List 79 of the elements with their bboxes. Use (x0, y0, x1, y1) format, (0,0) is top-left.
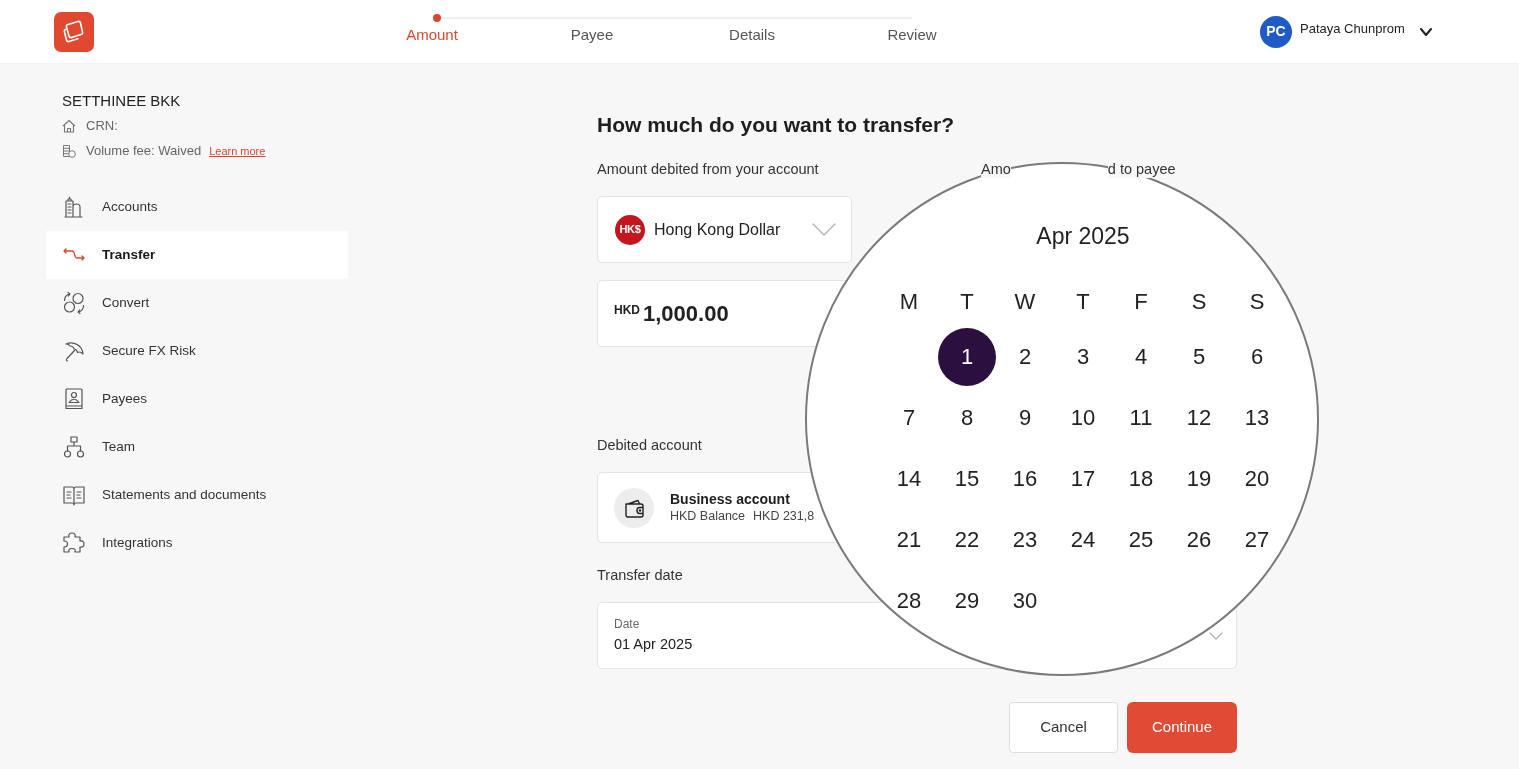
calendar-day[interactable]: 2 (1018, 343, 1032, 370)
page-heading: How much do you want to transfer? (597, 112, 955, 138)
nav-item[interactable]: Payees (46, 375, 348, 423)
calendar-day[interactable]: 1 (938, 327, 996, 386)
calendar-month-title: Apr 2025 (1036, 222, 1130, 251)
currency-badge: HK$ (615, 214, 645, 245)
nav-item[interactable]: Convert (46, 279, 348, 327)
nav-item[interactable]: Transfer (46, 231, 348, 279)
calendar-day[interactable]: 19 (1186, 465, 1212, 492)
field-label: Transfer date (597, 566, 684, 584)
wallet-icon (614, 487, 654, 528)
calendar-day[interactable]: 7 (902, 404, 916, 431)
user-avatar: PC (1260, 15, 1292, 48)
field-label: Debited account (597, 436, 703, 454)
step-label: Review (887, 26, 937, 44)
currency-select[interactable]: HK$ Hong Kong Dollar (597, 196, 852, 263)
coins-icon (62, 144, 76, 158)
step-dot-icon (433, 14, 441, 22)
calendar-day[interactable]: 16 (1012, 465, 1038, 492)
weekday-label: S (1249, 289, 1265, 315)
nav-item[interactable]: Accounts (46, 183, 348, 231)
balance-amount: HKD 231,8 (753, 508, 815, 524)
volume-fee-text: Volume fee: Waived (86, 142, 202, 160)
weekday-label: M (899, 289, 919, 315)
weekday-label: W (1014, 289, 1036, 315)
calendar-day[interactable]: 25 (1128, 526, 1154, 553)
calendar-day[interactable]: 4 (1134, 343, 1148, 370)
calendar-day[interactable]: 20 (1244, 465, 1270, 492)
field-label: d to payee (1107, 160, 1176, 178)
calendar-day[interactable]: 10 (1070, 404, 1096, 431)
crn-label: CRN: (86, 117, 118, 135)
calendar-day[interactable]: 9 (1018, 404, 1032, 431)
chevron-down-icon (1209, 631, 1223, 640)
calendar-day[interactable]: 3 (1076, 343, 1090, 370)
calendar-day[interactable]: 26 (1186, 526, 1212, 553)
calendar-day[interactable]: 17 (1070, 465, 1096, 492)
calendar-day[interactable]: 22 (954, 526, 980, 553)
balance-label: HKD Balance (670, 508, 746, 524)
calendar-day[interactable]: 23 (1012, 526, 1038, 553)
weekday-label: F (1134, 289, 1148, 315)
continue-button[interactable]: Continue (1127, 702, 1237, 753)
company-name: SETTHINEE BKK (61, 92, 182, 110)
user-name: Pataya Chunprom (1300, 20, 1405, 37)
calendar-day[interactable]: 6 (1250, 343, 1264, 370)
calendar-day[interactable]: 11 (1129, 404, 1153, 431)
calendar-day[interactable]: 24 (1070, 526, 1096, 553)
step-label: Amount (406, 26, 458, 44)
nav-item[interactable]: Team (46, 423, 348, 471)
nav-item[interactable]: Statements and documents (46, 471, 348, 519)
exchange-icon (62, 291, 86, 315)
app-logo (54, 11, 94, 52)
chevron-down-icon (1420, 27, 1432, 36)
weekday-label: T (1076, 289, 1090, 315)
calendar-day[interactable]: 15 (954, 465, 980, 492)
step-label: Details (729, 26, 775, 44)
calendar-day[interactable]: 13 (1244, 404, 1270, 431)
calendar-day[interactable]: 12 (1186, 404, 1212, 431)
calendar-day[interactable]: 18 (1128, 465, 1154, 492)
home-icon (62, 119, 76, 133)
contact-book-icon (62, 387, 86, 411)
weekday-label: T (960, 289, 974, 315)
cancel-button[interactable]: Cancel (1009, 702, 1118, 753)
open-book-icon (62, 483, 86, 507)
org-chart-icon (62, 435, 86, 459)
calendar-day[interactable]: 27 (1244, 526, 1270, 553)
account-name: Business account (670, 491, 791, 508)
step-label: Payee (570, 26, 614, 44)
calendar-day[interactable]: 14 (896, 465, 922, 492)
nav-item[interactable]: Secure FX Risk (46, 327, 348, 375)
weekday-label: S (1191, 289, 1207, 315)
calendar-day[interactable]: 8 (960, 404, 974, 431)
calendar-day[interactable]: 5 (1192, 343, 1206, 370)
nav-item[interactable]: Integrations (46, 519, 348, 567)
calendar-day[interactable]: 21 (896, 526, 922, 553)
chevron-down-icon (812, 223, 836, 236)
learn-more-link[interactable]: Learn more (209, 144, 266, 158)
puzzle-icon (62, 531, 86, 555)
user-menu-button[interactable] (1420, 27, 1432, 36)
field-label: Amount debited from your account (597, 161, 819, 177)
